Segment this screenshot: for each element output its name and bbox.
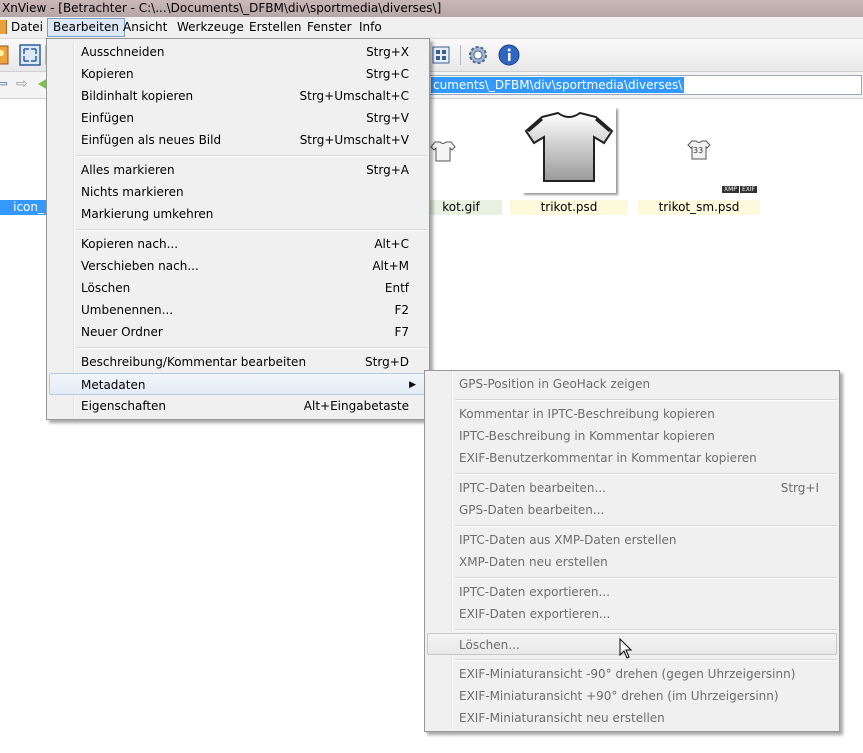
jersey-thumbnail-large[interactable]: [522, 107, 616, 193]
path-value: cuments\_DFBM\div\sportmedia\diverses\: [431, 77, 685, 93]
menu-info[interactable]: Info: [354, 19, 387, 36]
menu-item-comment-to-iptc[interactable]: Kommentar in IPTC-Beschreibung kopieren: [427, 403, 837, 425]
menu-item-edit-comment[interactable]: Beschreibung/Kommentar bearbeiten Strg+D: [49, 351, 427, 373]
menu-item-copy-to[interactable]: Kopieren nach... Alt+C: [49, 233, 427, 255]
menu-item-cut[interactable]: Ausschneiden Strg+X: [49, 41, 427, 63]
menu-item-export-exif[interactable]: EXIF-Daten exportieren...: [427, 603, 837, 625]
menu-item-iptc-to-comment[interactable]: IPTC-Beschreibung in Kommentar kopieren: [427, 425, 837, 447]
menu-item-gps-geohack[interactable]: GPS-Position in GeoHack zeigen: [427, 373, 837, 395]
menu-item-rebuild-xmp[interactable]: XMP-Daten neu erstellen: [427, 551, 837, 573]
exif-badge: EXIF: [740, 186, 758, 193]
menu-item-copy[interactable]: Kopieren Strg+C: [49, 63, 427, 85]
info-icon[interactable]: [497, 43, 521, 67]
file-label[interactable]: kot.gif: [420, 200, 502, 215]
file-label[interactable]: trikot.psd: [510, 200, 628, 215]
file-label[interactable]: icon_: [0, 200, 48, 215]
title-bar: XnView - [Betrachter - C:\...\Documents\…: [0, 0, 863, 18]
fullscreen-icon[interactable]: [18, 43, 42, 67]
menu-item-rotate-thumb-ccw[interactable]: EXIF-Miniaturansicht -90° drehen (gegen …: [427, 663, 837, 685]
jersey-thumbnail-small[interactable]: [430, 139, 456, 163]
xmp-badge: XMP: [722, 186, 739, 193]
menu-item-exif-comment-to-comment[interactable]: EXIF-Benutzerkommentar in Kommentar kopi…: [427, 447, 837, 469]
menu-item-rename[interactable]: Umbenennen... F2: [49, 299, 427, 321]
menu-ansicht[interactable]: Ansicht: [118, 19, 172, 36]
forward-arrow-icon[interactable]: ⇨: [16, 76, 28, 92]
file-label[interactable]: trikot_sm.psd: [638, 200, 760, 215]
menu-item-invert-selection[interactable]: Markierung umkehren: [49, 203, 427, 225]
grid-view-icon[interactable]: [429, 43, 453, 67]
menu-item-paste[interactable]: Einfügen Strg+V: [49, 107, 427, 129]
menu-item-iptc-from-xmp[interactable]: IPTC-Daten aus XMP-Daten erstellen: [427, 529, 837, 551]
menu-item-paste-as-new[interactable]: Einfügen als neues Bild Strg+Umschalt+V: [49, 129, 427, 151]
menu-item-delete[interactable]: Löschen Entf: [49, 277, 427, 299]
menu-bar: Datei Bearbeiten Ansicht Werkzeuge Erste…: [0, 17, 863, 39]
edit-menu: Ausschneiden Strg+X Kopieren Strg+C Bildin…: [46, 38, 430, 420]
menu-item-move-to[interactable]: Verschieben nach... Alt+M: [49, 255, 427, 277]
back-arrow-icon[interactable]: ⇦: [0, 76, 8, 92]
menu-item-copy-image-content[interactable]: Bildinhalt kopieren Strg+Umschalt+C: [49, 85, 427, 107]
metadata-submenu: GPS-Position in GeoHack zeigen Kommentar…: [424, 370, 840, 732]
menu-werkzeuge[interactable]: Werkzeuge: [172, 19, 249, 36]
jersey-number: 33: [693, 146, 704, 155]
menu-fenster[interactable]: Fenster: [302, 19, 357, 36]
menu-item-new-folder[interactable]: Neuer Ordner F7: [49, 321, 427, 343]
jersey-thumbnail-numbered[interactable]: 33: [686, 139, 712, 161]
menu-item-edit-gps[interactable]: GPS-Daten bearbeiten...: [427, 499, 837, 521]
menu-bearbeiten[interactable]: Bearbeiten: [47, 18, 125, 37]
menu-item-select-none[interactable]: Nichts markieren: [49, 181, 427, 203]
menu-item-select-all[interactable]: Alles markieren Strg+A: [49, 159, 427, 181]
menu-item-metadata[interactable]: Metadaten ▶: [49, 373, 427, 395]
mouse-cursor-icon: [619, 637, 633, 660]
menu-item-properties[interactable]: Eigenschaften Alt+Eingabetaste: [49, 395, 427, 417]
settings-gear-icon[interactable]: [466, 43, 490, 67]
window-title: XnView - [Betrachter - C:\...\Documents\…: [2, 1, 442, 15]
menu-item-rebuild-thumb[interactable]: EXIF-Miniaturansicht neu erstellen: [427, 707, 837, 729]
menu-item-edit-iptc[interactable]: IPTC-Daten bearbeiten... Strg+I: [427, 477, 837, 499]
image-icon[interactable]: [0, 43, 18, 67]
menu-item-export-iptc[interactable]: IPTC-Daten exportieren...: [427, 581, 837, 603]
submenu-arrow-icon: ▶: [409, 380, 416, 390]
menu-erstellen[interactable]: Erstellen: [244, 19, 307, 36]
menu-datei[interactable]: Datei: [6, 19, 48, 36]
menu-item-rotate-thumb-cw[interactable]: EXIF-Miniaturansicht +90° drehen (im Uhr…: [427, 685, 837, 707]
